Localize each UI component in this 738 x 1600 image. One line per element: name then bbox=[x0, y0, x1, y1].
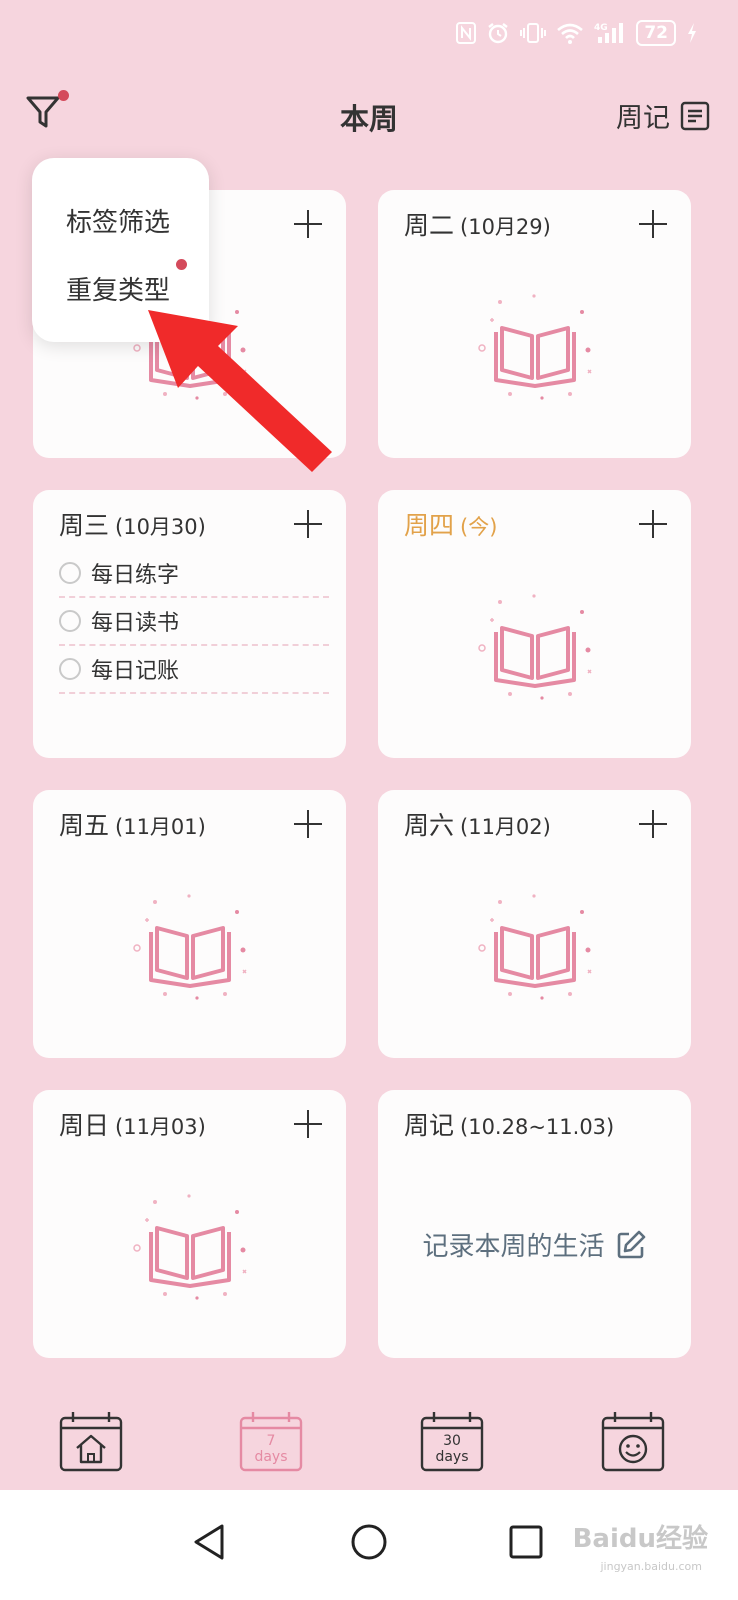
day-card-sunday[interactable]: 周日 (11月03) bbox=[33, 1090, 346, 1358]
day-card-saturday[interactable]: 周六 (11月02) bbox=[378, 790, 691, 1058]
weekly-journal-card[interactable]: 周记 (10.28~11.03) 记录本周的生活 bbox=[378, 1090, 691, 1358]
home-button[interactable] bbox=[339, 1512, 399, 1572]
bottom-tab-bar: 7 days 30 days bbox=[0, 1394, 738, 1490]
tab-7-number: 7 bbox=[266, 1433, 276, 1449]
add-task-button[interactable] bbox=[294, 1110, 322, 1138]
journal-title: 周记 bbox=[404, 1111, 455, 1140]
day-date: (11月02) bbox=[460, 815, 551, 839]
menu-item-tag-filter[interactable]: 标签筛选 bbox=[66, 202, 170, 239]
empty-book-illustration bbox=[470, 590, 600, 700]
empty-book-illustration bbox=[125, 1190, 255, 1300]
task-item[interactable]: 每日练字 bbox=[59, 550, 329, 598]
card-title: 周六 (11月02) bbox=[404, 806, 551, 842]
day-card-wednesday[interactable]: 周三 (10月30) 每日练字 每日读书 每日记账 bbox=[33, 490, 346, 758]
card-title: 周三 (10月30) bbox=[59, 506, 206, 542]
journal-prompt-button[interactable]: 记录本周的生活 bbox=[378, 1226, 691, 1263]
alarm-icon bbox=[486, 21, 510, 45]
day-date: (今) bbox=[460, 515, 498, 539]
card-title: 周记 (10.28~11.03) bbox=[404, 1106, 614, 1142]
card-title: 周日 (11月03) bbox=[59, 1106, 206, 1142]
repeat-type-notification-dot bbox=[176, 259, 187, 270]
add-task-button[interactable] bbox=[294, 210, 322, 238]
day-date: (10月29) bbox=[460, 215, 551, 239]
tab-home[interactable] bbox=[59, 1410, 123, 1472]
vibrate-icon bbox=[520, 22, 547, 44]
add-task-button[interactable] bbox=[639, 810, 667, 838]
recents-square-icon bbox=[509, 1525, 543, 1559]
tab-mood[interactable] bbox=[601, 1410, 665, 1472]
day-name: 周二 bbox=[404, 211, 455, 240]
battery-level: 72 bbox=[636, 20, 676, 46]
wifi-icon bbox=[556, 22, 584, 44]
day-name: 周日 bbox=[59, 1111, 110, 1140]
day-date: (10月30) bbox=[115, 515, 206, 539]
add-task-button[interactable] bbox=[294, 810, 322, 838]
day-date: (11月01) bbox=[115, 815, 206, 839]
svg-text:4G: 4G bbox=[594, 23, 608, 33]
home-circle-icon bbox=[351, 1524, 387, 1560]
status-bar: 4G 72 bbox=[0, 0, 738, 70]
tab-30-number: 30 bbox=[443, 1433, 461, 1449]
watermark: Baidu经验 bbox=[572, 1524, 708, 1554]
home-calendar-icon bbox=[59, 1412, 123, 1472]
charging-icon bbox=[686, 22, 698, 44]
journal-prompt-text: 记录本周的生活 bbox=[422, 1232, 605, 1262]
tab-7-days[interactable]: 7 days bbox=[239, 1410, 303, 1472]
empty-book-illustration bbox=[470, 890, 600, 1000]
task-list: 每日练字 每日读书 每日记账 bbox=[59, 550, 329, 694]
task-item[interactable]: 每日读书 bbox=[59, 598, 329, 646]
task-label: 每日练字 bbox=[91, 563, 180, 588]
journal-range: (10.28~11.03) bbox=[460, 1115, 615, 1139]
day-card-tuesday[interactable]: 周二 (10月29) bbox=[378, 190, 691, 458]
tab-7-unit: days bbox=[254, 1449, 288, 1465]
day-name: 周三 bbox=[59, 511, 110, 540]
card-title: 周五 (11月01) bbox=[59, 806, 206, 842]
weekly-journal-button[interactable]: 周记 bbox=[616, 96, 710, 135]
back-triangle-icon bbox=[194, 1524, 224, 1560]
recents-button[interactable] bbox=[496, 1512, 556, 1572]
empty-book-illustration bbox=[125, 890, 255, 1000]
back-button[interactable] bbox=[180, 1512, 240, 1572]
day-date: (11月03) bbox=[115, 1115, 206, 1139]
task-item[interactable]: 每日记账 bbox=[59, 646, 329, 694]
add-task-button[interactable] bbox=[294, 510, 322, 538]
day-card-thursday-today[interactable]: 周四 (今) bbox=[378, 490, 691, 758]
day-card-friday[interactable]: 周五 (11月01) bbox=[33, 790, 346, 1058]
day-name: 周五 bbox=[59, 811, 110, 840]
watermark-url: jingyan.baidu.com bbox=[600, 1560, 702, 1573]
add-task-button[interactable] bbox=[639, 210, 667, 238]
smile-calendar-icon bbox=[601, 1412, 665, 1472]
task-label: 每日记账 bbox=[91, 659, 180, 684]
nfc-icon bbox=[456, 22, 477, 44]
notebook-icon bbox=[680, 101, 710, 130]
day-name: 周六 bbox=[404, 811, 455, 840]
task-checkbox[interactable] bbox=[59, 610, 81, 632]
edit-icon bbox=[617, 1230, 645, 1258]
task-checkbox[interactable] bbox=[59, 658, 81, 680]
card-title: 周二 (10月29) bbox=[404, 206, 551, 242]
signal-icon: 4G bbox=[594, 21, 626, 45]
add-task-button[interactable] bbox=[639, 510, 667, 538]
day-name: 周四 bbox=[404, 511, 455, 540]
tab-30-days[interactable]: 30 days bbox=[420, 1410, 484, 1472]
task-label: 每日读书 bbox=[91, 611, 180, 636]
empty-book-illustration bbox=[470, 290, 600, 400]
task-checkbox[interactable] bbox=[59, 562, 81, 584]
tab-30-unit: days bbox=[435, 1449, 469, 1465]
weekly-journal-label: 周记 bbox=[616, 103, 670, 134]
card-title: 周四 (今) bbox=[404, 506, 497, 542]
status-icons: 4G 72 bbox=[456, 20, 698, 46]
annotation-arrow bbox=[148, 310, 332, 472]
